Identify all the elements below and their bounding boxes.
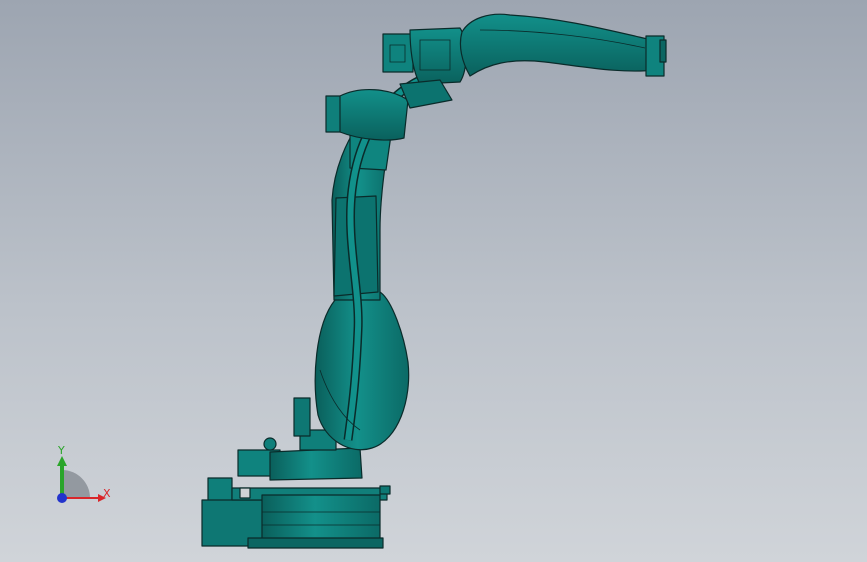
robot-model-svg[interactable]: X Y xyxy=(0,0,867,562)
y-axis-label: Y xyxy=(57,444,65,457)
robot-base[interactable] xyxy=(201,477,391,549)
coordinate-triad: X Y xyxy=(57,444,111,503)
x-axis-label: X xyxy=(103,487,111,500)
y-axis-arrow xyxy=(57,456,67,466)
robot-wrist[interactable] xyxy=(645,35,667,77)
z-axis-dot xyxy=(57,493,67,503)
graphics-viewport[interactable]: X Y xyxy=(0,0,867,562)
robot-forearm[interactable] xyxy=(459,13,657,77)
